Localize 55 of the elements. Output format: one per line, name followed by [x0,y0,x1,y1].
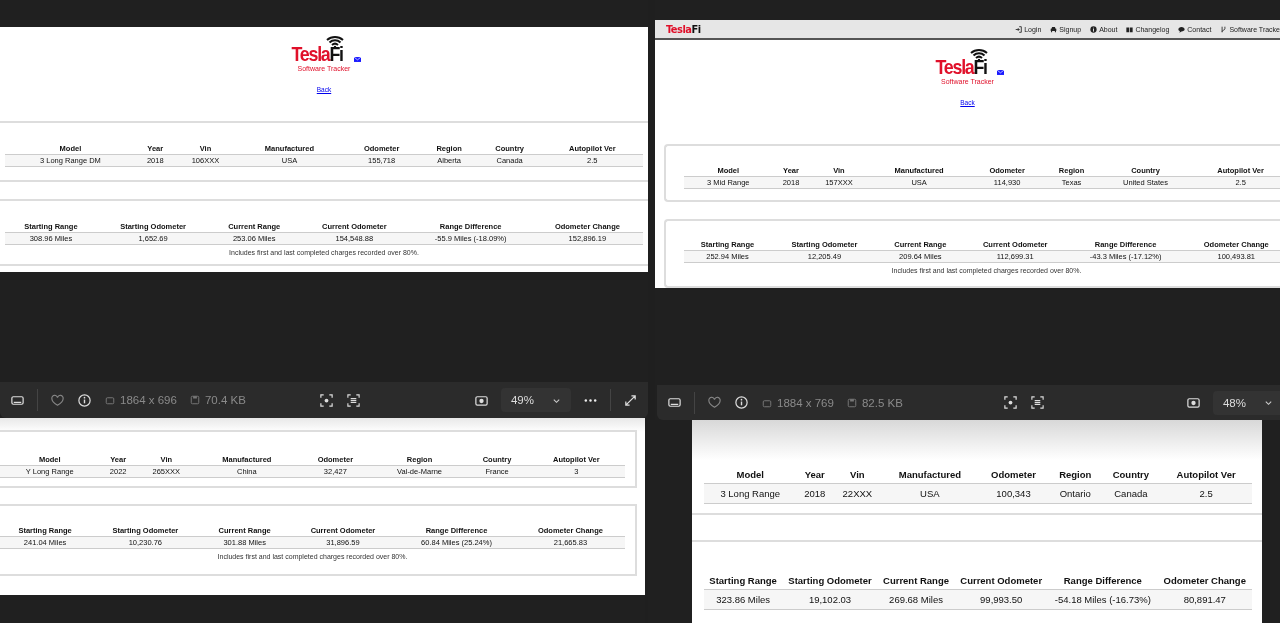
info-icon [1090,25,1098,33]
column-header: Starting Odometer [782,572,878,590]
chat-icon [1178,25,1186,33]
table-cell: 99,993.50 [954,589,1049,610]
mail-icon[interactable] [353,57,361,62]
table-cell: 323.86 Miles [704,589,783,610]
image-dimensions: 1884 x 769 [777,396,834,409]
brand-logo[interactable]: TeslaFi [666,22,701,36]
zoom-dropdown[interactable]: 48% [1212,390,1280,415]
table-cell: -54.18 Miles (-16.73%) [1048,589,1158,610]
car-icon [1050,25,1058,33]
save-icon [188,394,201,406]
column-header: Starting Range [704,572,783,590]
text-scan-icon[interactable] [1030,395,1046,410]
wifi-icon [968,47,989,61]
table-cell: 19,102.03 [782,589,878,610]
column-header: Model [704,466,797,484]
wifi-icon [325,34,346,48]
info-icon[interactable] [77,392,92,408]
column-header: Country [1101,466,1161,484]
info-icon[interactable] [734,395,749,410]
book-icon [1126,25,1134,33]
expand-icon[interactable] [623,392,638,408]
filmstrip-icon[interactable] [667,395,682,410]
photo-icon[interactable] [1185,395,1201,410]
brand-logo: TeslaFi [291,43,344,64]
column-header: Odometer Change [1157,572,1252,590]
heart-icon[interactable] [50,392,65,408]
text-scan-icon[interactable] [345,392,361,408]
file-size: 70.4 KB [204,394,246,406]
column-header: Current Odometer [954,572,1049,590]
brand-logo: TeslaFi [935,56,987,77]
mail-icon[interactable] [997,70,1005,75]
image-dimensions: 1864 x 696 [120,394,177,406]
focus-icon[interactable] [318,392,334,408]
file-size: 82.5 KB [861,396,903,409]
column-header: Autopilot Ver [1160,466,1252,484]
column-header: Region [1049,466,1102,484]
table-cell: 100,343 [978,483,1049,504]
column-header: Vin [833,466,882,484]
branch-icon [1220,25,1228,33]
column-header: Year [796,466,833,484]
focus-icon[interactable] [1003,395,1019,410]
login-icon [1015,25,1023,33]
table-cell: 2.5 [1160,483,1252,504]
column-header: Manufactured [881,466,978,484]
chevron-down-icon [1264,398,1273,407]
column-header: Current Range [877,572,955,590]
table-cell: 22XXX [833,483,882,504]
zoom-dropdown[interactable]: 49% [500,388,571,412]
table-cell: 3 Long Range [704,483,797,504]
save-icon [845,396,858,409]
column-header: Range Difference [1048,572,1158,590]
heart-icon[interactable] [707,395,722,410]
column-header: Odometer [978,466,1049,484]
